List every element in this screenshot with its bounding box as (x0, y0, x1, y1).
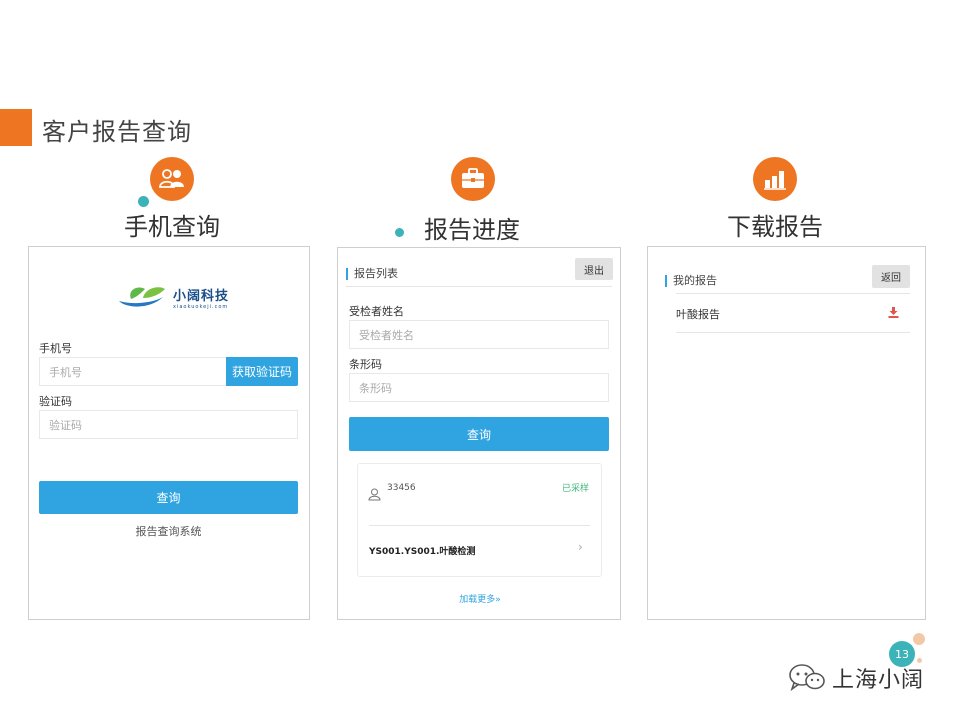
phone-query-panel: 小阔科技 xiaokuokeji.com 手机号 手机号 获取验证码 验证码 验… (28, 246, 310, 620)
company-logo: 小阔科技 xiaokuokeji.com (117, 283, 229, 311)
subject-name-label: 受检者姓名 (349, 305, 404, 318)
report-progress-panel: 报告列表 退出 受检者姓名 受检者姓名 条形码 条形码 查询 33456 已采样… (337, 247, 621, 620)
users-icon (150, 157, 194, 201)
divider (676, 332, 910, 333)
report-card[interactable]: 33456 已采样 YS001.YS001.叶酸检测 › (357, 463, 602, 577)
wechat-watermark: 上海小阔 (788, 662, 924, 694)
watermark-text: 上海小阔 (832, 668, 925, 693)
back-button[interactable]: 返回 (872, 265, 910, 288)
phone-input[interactable]: 手机号 (39, 357, 227, 386)
phone-query-button[interactable]: 查询 (39, 481, 298, 514)
divider (676, 293, 910, 294)
bar-chart-icon (753, 157, 797, 201)
decor-dot (913, 633, 925, 645)
barcode-label: 条形码 (349, 358, 382, 371)
barcode-input[interactable]: 条形码 (349, 373, 609, 402)
download-report-panel: 我的报告 返回 叶酸报告 (647, 246, 926, 620)
my-reports-title: 我的报告 (665, 275, 717, 287)
briefcase-icon (451, 157, 495, 201)
code-label: 验证码 (39, 395, 72, 408)
report-list-item[interactable]: 叶酸报告 (676, 306, 720, 322)
divider (346, 286, 612, 287)
chevron-right-icon: › (578, 540, 583, 554)
system-name: 报告查询系统 (135, 525, 202, 538)
section-heading-download: 下载报告 (727, 213, 823, 241)
divider (369, 525, 590, 526)
download-icon[interactable] (888, 307, 899, 318)
user-icon (368, 488, 381, 501)
subject-name-input[interactable]: 受检者姓名 (349, 320, 609, 349)
logo-text: 小阔科技 (173, 288, 230, 304)
phone-label: 手机号 (39, 342, 72, 355)
report-list-title: 报告列表 (346, 268, 398, 280)
code-input[interactable]: 验证码 (39, 410, 298, 439)
section-heading-phone: 手机查询 (124, 213, 220, 241)
slide-title: 客户报告查询 (42, 118, 192, 146)
section-heading-progress: 报告进度 (424, 216, 520, 244)
logo-subtext: xiaokuokeji.com (173, 303, 229, 310)
progress-query-button[interactable]: 查询 (349, 417, 609, 451)
decor-dot (138, 196, 149, 207)
load-more-link[interactable]: 加载更多» (338, 592, 622, 605)
wechat-icon (789, 664, 825, 692)
get-code-button[interactable]: 获取验证码 (226, 357, 298, 386)
logout-button[interactable]: 退出 (575, 258, 613, 280)
title-accent-bar (0, 109, 32, 146)
report-id: 33456 (387, 483, 416, 493)
leaf-logo-icon (119, 287, 165, 307)
status-badge: 已采样 (562, 484, 590, 494)
report-item-name: YS001.YS001.叶酸检测 (369, 547, 476, 557)
